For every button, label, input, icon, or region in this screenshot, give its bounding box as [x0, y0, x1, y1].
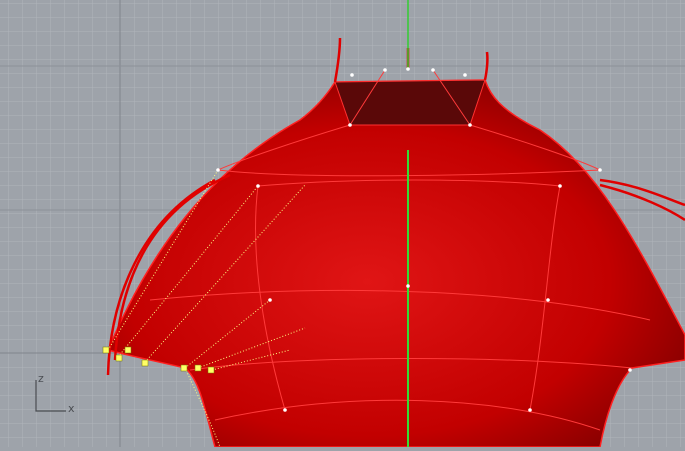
front-viewport[interactable]: z x [0, 0, 685, 448]
axis-x-label: x [68, 402, 75, 415]
axis-z-label: z [38, 372, 44, 385]
viewport-canvas[interactable] [0, 0, 685, 448]
